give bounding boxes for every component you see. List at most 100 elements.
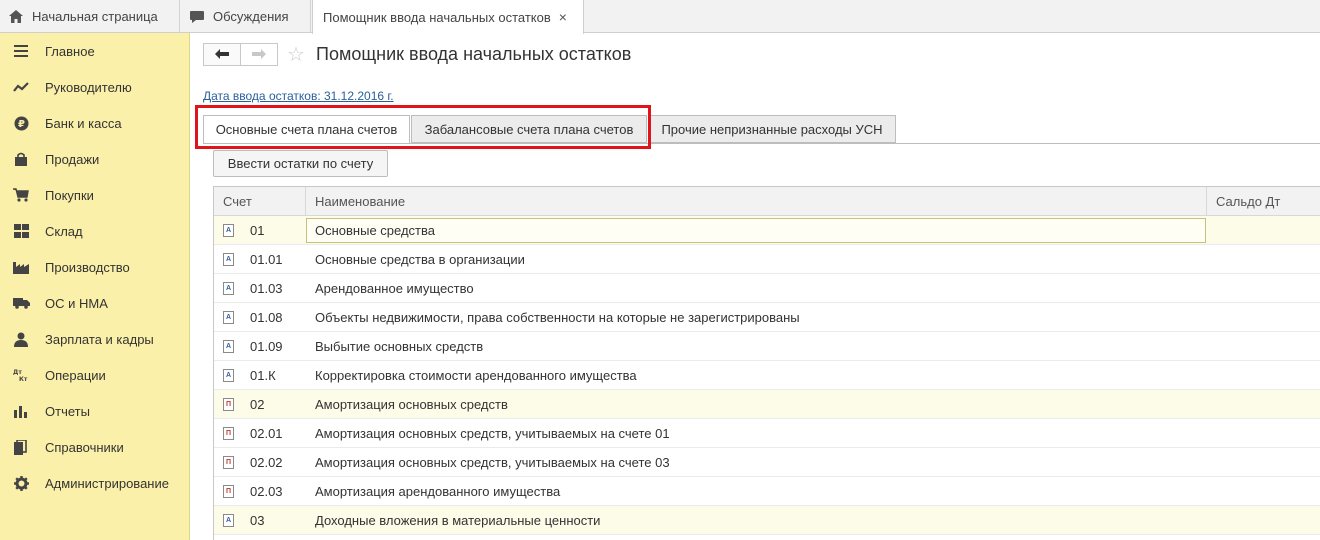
sidebar-item-production[interactable]: Производство xyxy=(0,249,189,285)
table-row[interactable]: П 02.02 Амортизация основных средств, учит… xyxy=(214,448,1320,477)
column-header-name[interactable]: Наименование xyxy=(306,187,1207,216)
account-name-cell: Амортизация основных средств, учитываемы… xyxy=(315,425,670,441)
account-code-cell: 01.09 xyxy=(250,338,283,354)
sidebar-item-reports[interactable]: Отчеты xyxy=(0,393,189,429)
account-code-cell: 01.03 xyxy=(250,280,283,296)
account-code-cell: 01 xyxy=(250,222,265,238)
sidebar-item-manager[interactable]: Руководителю xyxy=(0,69,189,105)
sidebar-item-directories[interactable]: Справочники xyxy=(0,429,189,465)
truck-icon xyxy=(12,294,30,312)
account-name-cell: Выбытие основных средств xyxy=(315,338,484,354)
table-row[interactable]: П 02.03 Амортизация арендованного имуществ… xyxy=(214,477,1320,506)
home-icon xyxy=(8,9,24,25)
account-name-cell: Объекты недвижимости, права собственност… xyxy=(315,309,800,325)
sidebar-item-purchases[interactable]: Покупки xyxy=(0,177,189,213)
account-type-icon: П xyxy=(223,485,234,498)
sidebar-item-label: Производство xyxy=(45,259,130,275)
account-type-icon: А xyxy=(223,514,234,527)
dt-kt-icon: Дт Кт xyxy=(12,366,30,384)
warehouse-icon xyxy=(12,222,30,240)
close-icon[interactable]: × xyxy=(559,9,567,25)
account-type-icon: А xyxy=(223,369,234,382)
main-panel: ☆ Помощник ввода начальных остатков Дата… xyxy=(191,34,1320,540)
menu-icon xyxy=(12,42,30,60)
sidebar-item-bank[interactable]: ₽ Банк и касса xyxy=(0,105,189,141)
account-name-cell: Корректировка стоимости арендованного им… xyxy=(315,367,637,383)
account-type-icon: А xyxy=(223,282,234,295)
account-code-cell: 02 xyxy=(250,396,265,412)
table-row[interactable]: А 01 Основные средства xyxy=(214,216,1320,245)
account-name-cell: Основные средства xyxy=(315,222,435,238)
bar-chart-icon xyxy=(12,402,30,420)
bag-icon xyxy=(12,150,30,168)
person-icon xyxy=(12,330,30,348)
chart-line-icon xyxy=(12,78,30,96)
account-name-cell: Амортизация основных средств xyxy=(315,396,508,412)
tab-label: Начальная страница xyxy=(32,9,158,24)
favorite-star-icon[interactable]: ☆ xyxy=(287,42,305,67)
tab-usn-expenses[interactable]: Прочие непризнанные расходы УСН xyxy=(648,115,896,143)
sidebar-item-label: Банк и касса xyxy=(45,115,122,131)
account-type-icon: П xyxy=(223,398,234,411)
table-row[interactable]: А 01.01 Основные средства в организации xyxy=(214,245,1320,274)
sidebar-item-label: Руководителю xyxy=(45,79,132,95)
account-name-cell: Основные средства в организации xyxy=(315,251,525,267)
sidebar-item-label: Продажи xyxy=(45,151,100,167)
table-row[interactable]: П 02.01 Амортизация основных средств, учит… xyxy=(214,419,1320,448)
tab-discussions[interactable]: Обсуждения xyxy=(181,0,311,33)
account-code-cell: 02.03 xyxy=(250,483,283,499)
account-type-icon: П xyxy=(223,456,234,469)
account-type-icon: А xyxy=(223,224,234,237)
tab-label: Помощник ввода начальных остатков xyxy=(323,9,551,25)
accounts-table: Счет Наименование Сальдо Дт А 01 Основные … xyxy=(213,186,1320,540)
sidebar-item-label: Отчеты xyxy=(45,403,90,419)
cart-icon xyxy=(12,186,30,204)
account-name-cell: Доходные вложения в материальные ценност… xyxy=(315,512,601,528)
table-header: Счет Наименование Сальдо Дт xyxy=(214,187,1320,216)
sidebar-item-main[interactable]: Главное xyxy=(0,33,189,69)
tab-label: Обсуждения xyxy=(213,9,289,24)
sidebar-item-label: Администрирование xyxy=(45,475,169,491)
forward-button[interactable] xyxy=(240,43,278,66)
account-code-cell: 02.02 xyxy=(250,454,283,470)
sidebar-item-sales[interactable]: Продажи xyxy=(0,141,189,177)
window-tab-bar: Начальная страница Обсуждения Помощник в… xyxy=(0,0,1320,34)
column-header-debit[interactable]: Сальдо Дт xyxy=(1207,187,1320,216)
sidebar-item-label: Зарплата и кадры xyxy=(45,331,154,347)
balance-date-link[interactable]: Дата ввода остатков: 31.12.2016 г. xyxy=(203,89,394,103)
sidebar-item-salary[interactable]: Зарплата и кадры xyxy=(0,321,189,357)
column-header-account[interactable]: Счет xyxy=(214,187,306,216)
account-type-icon: А xyxy=(223,340,234,353)
arrow-left-icon xyxy=(215,46,229,63)
sidebar-item-admin[interactable]: Администрирование xyxy=(0,465,189,501)
tab-opening-balances[interactable]: Помощник ввода начальных остатков × xyxy=(312,0,584,34)
table-row[interactable]: А 01.08 Объекты недвижимости, права собств… xyxy=(214,303,1320,332)
sidebar-item-label: Справочники xyxy=(45,439,124,455)
arrow-right-icon xyxy=(252,46,266,63)
enter-balance-button[interactable]: Ввести остатки по счету xyxy=(213,150,388,177)
table-row[interactable]: А 01.К Корректировка стоимости арендованно… xyxy=(214,361,1320,390)
svg-text:₽: ₽ xyxy=(18,119,25,130)
sidebar-item-warehouse[interactable]: Склад xyxy=(0,213,189,249)
account-name-cell: Амортизация основных средств, учитываемы… xyxy=(315,454,670,470)
table-row[interactable]: П 02 Амортизация основных средств xyxy=(214,390,1320,419)
table-row[interactable]: А 01.09 Выбытие основных средств xyxy=(214,332,1320,361)
sidebar-item-operations[interactable]: Дт Кт Операции xyxy=(0,357,189,393)
account-type-icon: А xyxy=(223,311,234,324)
sidebar-item-label: Операции xyxy=(45,367,106,383)
account-code-cell: 02.01 xyxy=(250,425,283,441)
tab-home[interactable]: Начальная страница xyxy=(0,0,180,33)
chat-icon xyxy=(189,9,205,25)
back-button[interactable] xyxy=(203,43,241,66)
highlight-frame xyxy=(195,105,651,149)
selected-cell-frame xyxy=(306,218,1206,243)
sidebar-item-label: Главное xyxy=(45,43,95,59)
account-code-cell: 01.08 xyxy=(250,309,283,325)
sidebar-item-label: Покупки xyxy=(45,187,94,203)
account-name-cell: Амортизация арендованного имущества xyxy=(315,483,561,499)
account-type-icon: П xyxy=(223,427,234,440)
gear-icon xyxy=(12,474,30,492)
table-row[interactable]: А 01.03 Арендованное имущество xyxy=(214,274,1320,303)
sidebar-item-fixed-assets[interactable]: ОС и НМА xyxy=(0,285,189,321)
table-row[interactable]: А 03 Доходные вложения в материальные ценн… xyxy=(214,506,1320,535)
